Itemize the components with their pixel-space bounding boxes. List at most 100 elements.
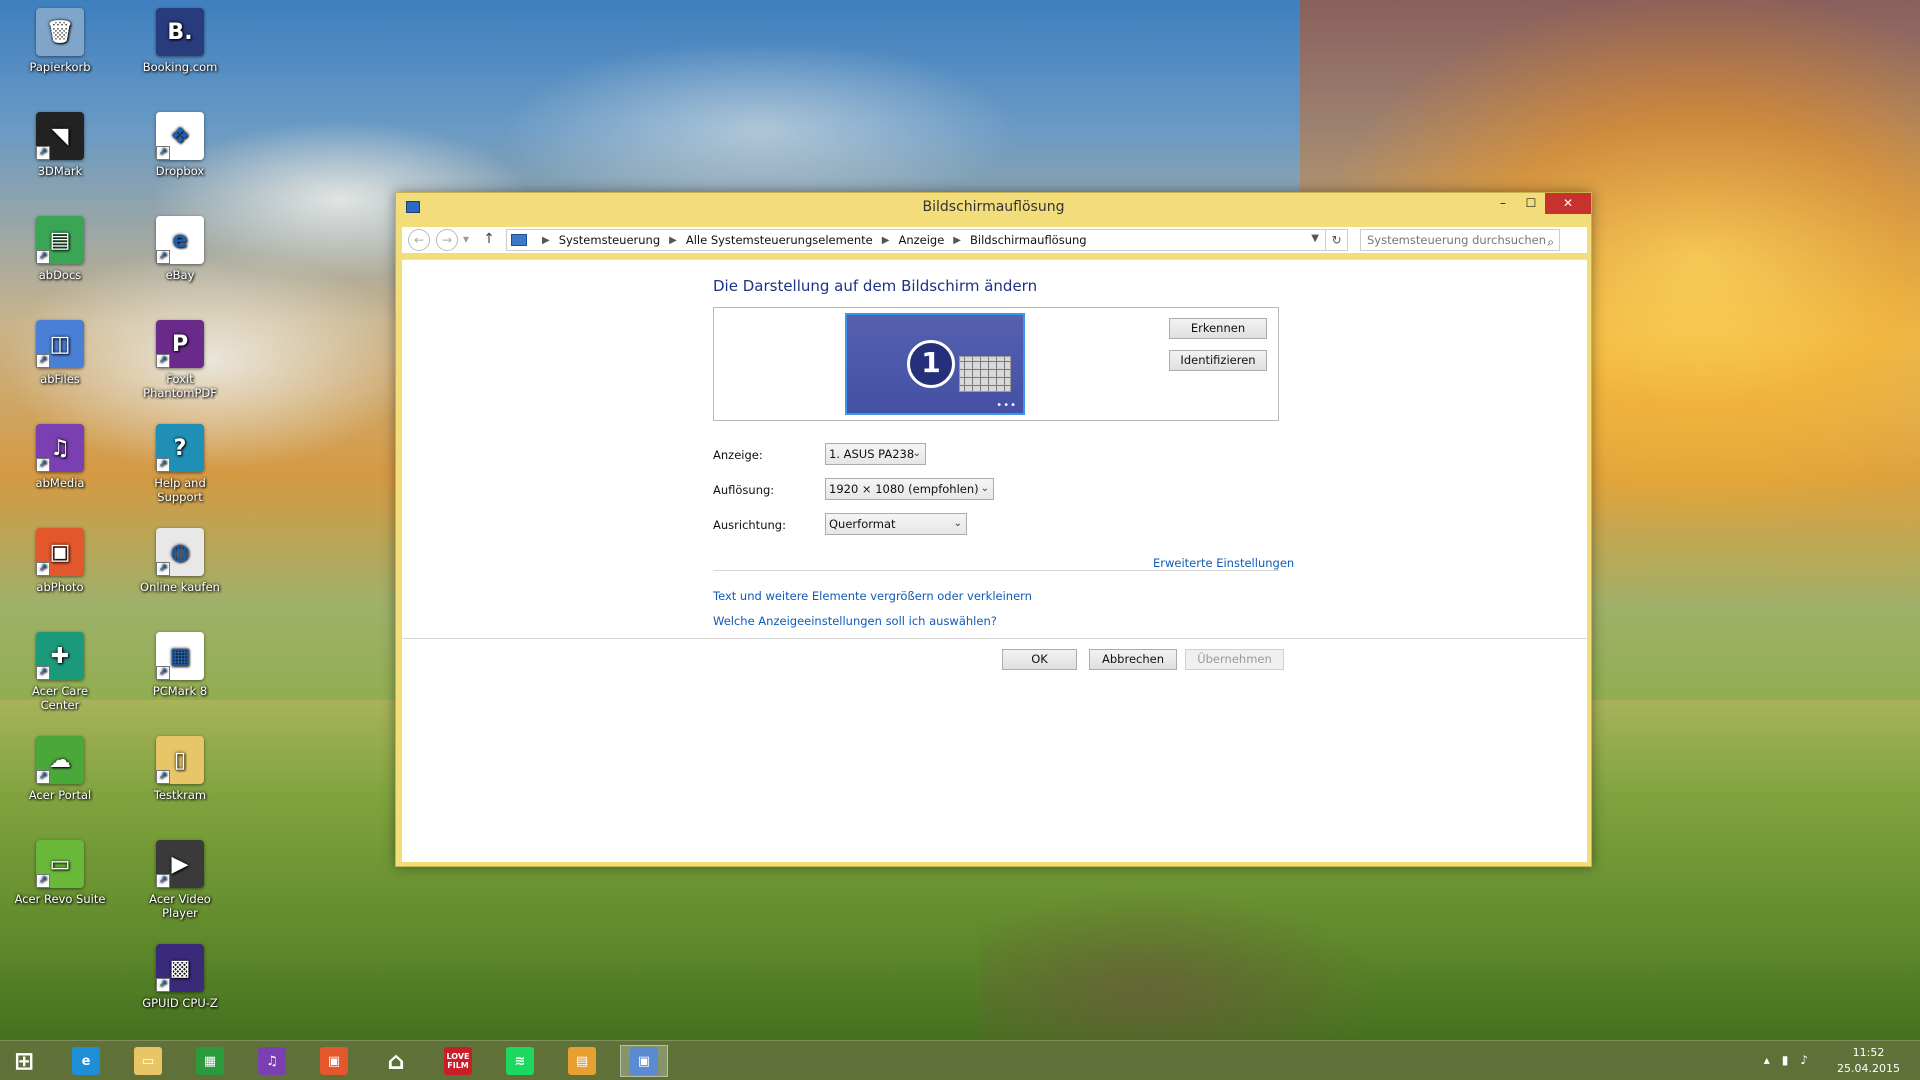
orientation-value: Querformat: [829, 517, 896, 531]
desktop-icon-label: abMedia: [35, 476, 85, 490]
breadcrumb-current[interactable]: Bildschirmauflösung: [970, 233, 1087, 247]
desktop-icon[interactable]: ◍ ↗ Online kaufen: [132, 522, 228, 614]
resolution-label: Auflösung:: [713, 483, 775, 497]
breadcrumb-all-items[interactable]: Alle Systemsteuerungselemente: [686, 233, 873, 247]
identify-button[interactable]: Identifizieren: [1169, 350, 1267, 371]
desktop-icon[interactable]: ❖ ↗ Dropbox: [132, 106, 228, 198]
shortcut-arrow-icon: ↗: [36, 250, 50, 264]
desktop-icon[interactable]: ☁ ↗ Acer Portal: [12, 730, 108, 822]
taskbar-button[interactable]: ▣: [620, 1045, 668, 1077]
shortcut-arrow-icon: ↗: [36, 562, 50, 576]
taskbar-button[interactable]: ⊞: [0, 1045, 48, 1077]
chevron-up-icon[interactable]: ▴: [1764, 1053, 1782, 1067]
desktop-icon[interactable]: P ↗ Foxit PhantomPDF: [132, 314, 228, 406]
monitor-1-tile[interactable]: 1 •••: [845, 313, 1025, 415]
which-settings-link[interactable]: Welche Anzeigeeinstellungen soll ich aus…: [713, 614, 997, 628]
advanced-settings-link[interactable]: Erweiterte Einstellungen: [1153, 556, 1294, 570]
taskbar-button[interactable]: ♫: [248, 1045, 296, 1077]
notes-icon: ▤: [568, 1047, 596, 1075]
clock-date: 25.04.2015: [1837, 1062, 1900, 1075]
desktop-icon[interactable]: ◥ ↗ 3DMark: [12, 106, 108, 198]
desktop-icon[interactable]: ◫ ↗ abFiles: [12, 314, 108, 406]
desktop-icon[interactable]: ▩ ↗ GPUID CPU-Z: [132, 938, 228, 1030]
desktop-icon[interactable]: ▯ ↗ Testkram: [132, 730, 228, 822]
spotify-icon: ≋: [506, 1047, 534, 1075]
clock[interactable]: 11:52 25.04.2015: [1837, 1045, 1900, 1077]
signal-icon[interactable]: ▮: [1782, 1053, 1801, 1067]
search-input[interactable]: Systemsteuerung durchsuchen ⌕: [1360, 229, 1560, 251]
desktop-icon[interactable]: ▶ ↗ Acer Video Player: [132, 834, 228, 926]
title-bar[interactable]: Bildschirmauflösung – ☐ ✕: [396, 193, 1591, 221]
abphoto-icon: ▣ ↗: [36, 528, 84, 576]
taskbar-button[interactable]: ⌂: [372, 1045, 420, 1077]
content-area: Die Darstellung auf dem Bildschirm änder…: [402, 259, 1587, 862]
refresh-button[interactable]: ↻: [1326, 229, 1348, 251]
desktop-icon[interactable]: ♫ ↗ abMedia: [12, 418, 108, 510]
desktop-icon[interactable]: ▭ ↗ Acer Revo Suite: [12, 834, 108, 926]
ebay-icon: e ↗: [156, 216, 204, 264]
forward-button[interactable]: →: [436, 229, 458, 251]
care-center-icon: ✚ ↗: [36, 632, 84, 680]
display-select[interactable]: 1. ASUS PA238 ⌄: [825, 443, 926, 465]
desktop-icon-label: abDocs: [38, 268, 82, 282]
shortcut-arrow-icon: ↗: [156, 770, 170, 784]
desktop-icon-label: Online kaufen: [140, 580, 220, 594]
detect-button[interactable]: Erkennen: [1169, 318, 1267, 339]
abmedia-icon: ♫: [258, 1047, 286, 1075]
taskbar-button[interactable]: ▤: [558, 1045, 606, 1077]
cancel-button[interactable]: Abbrechen: [1089, 649, 1177, 670]
chevron-right-icon[interactable]: ▶: [882, 235, 890, 246]
minimize-button[interactable]: –: [1489, 193, 1517, 214]
back-button[interactable]: ←: [408, 229, 430, 251]
search-placeholder: Systemsteuerung durchsuchen: [1367, 233, 1547, 247]
screen-resolution-window[interactable]: Bildschirmauflösung – ☐ ✕ ← → ▾ ↑ ▶ Syst…: [395, 192, 1592, 867]
search-icon[interactable]: ⌕: [1547, 232, 1554, 252]
address-field[interactable]: ▶ Systemsteuerung ▶ Alle Systemsteuerung…: [506, 229, 1326, 251]
desktop-icon[interactable]: 🗑 Papierkorb: [12, 2, 108, 94]
recycle-bin-icon: 🗑: [36, 8, 84, 56]
apply-button[interactable]: Übernehmen: [1185, 649, 1284, 670]
chevron-down-icon[interactable]: ▼: [1311, 233, 1319, 244]
store-icon: ▦: [196, 1047, 224, 1075]
ok-button[interactable]: OK: [1002, 649, 1077, 670]
desktop-icon[interactable]: ✚ ↗ Acer Care Center: [12, 626, 108, 718]
breadcrumb-anzeige[interactable]: Anzeige: [898, 233, 944, 247]
chevron-down-icon: ⌄: [912, 448, 921, 459]
taskbar-button[interactable]: ▭: [124, 1045, 172, 1077]
desktop-icon[interactable]: B. Booking.com: [132, 2, 228, 94]
desktop-icon[interactable]: ▦ ↗ PCMark 8: [132, 626, 228, 718]
close-button[interactable]: ✕: [1545, 193, 1591, 214]
more-dots-icon: •••: [996, 400, 1017, 411]
taskbar-button[interactable]: ▣: [310, 1045, 358, 1077]
orientation-select[interactable]: Querformat ⌄: [825, 513, 967, 535]
desktop-icon[interactable]: e ↗ eBay: [132, 210, 228, 302]
maximize-button[interactable]: ☐: [1517, 193, 1545, 214]
desktop-icon[interactable]: ▣ ↗ abPhoto: [12, 522, 108, 614]
foxit-icon: P ↗: [156, 320, 204, 368]
desktop-icon-label: PCMark 8: [152, 684, 208, 698]
taskbar-button[interactable]: e: [62, 1045, 110, 1077]
refresh-icon: ↻: [1331, 233, 1342, 247]
cpuz-icon: ▩ ↗: [156, 944, 204, 992]
booking-icon: B.: [156, 8, 204, 56]
chevron-right-icon[interactable]: ▶: [669, 235, 677, 246]
up-button[interactable]: ↑: [478, 229, 500, 251]
desktop-icon-label: Help and Support: [154, 476, 206, 504]
shortcut-arrow-icon: ↗: [36, 146, 50, 160]
taskbar-button[interactable]: LOVE FILM: [434, 1045, 482, 1077]
chevron-right-icon[interactable]: ▶: [953, 235, 961, 246]
monitor-arrangement-panel: 1 ••• Erkennen Identifizieren: [713, 307, 1279, 421]
recent-locations-button[interactable]: ▾: [460, 229, 472, 251]
resolution-select[interactable]: 1920 × 1080 (empfohlen) ⌄: [825, 478, 994, 500]
desktop-icon[interactable]: ? ↗ Help and Support: [132, 418, 228, 510]
desktop-icon[interactable]: ▤ ↗ abDocs: [12, 210, 108, 302]
taskbar-button[interactable]: ≋: [496, 1045, 544, 1077]
breadcrumb-systemsteuerung[interactable]: Systemsteuerung: [559, 233, 660, 247]
3dmark-icon: ◥ ↗: [36, 112, 84, 160]
volume-icon[interactable]: ♪: [1800, 1053, 1820, 1067]
shortcut-arrow-icon: ↗: [156, 250, 170, 264]
taskbar: ⊞ e ▭ ▦ ♫ ▣ ⌂ LOVE FILM ≋ ▤ ▣ ▴▮♪ 11:52 25.04.2015: [0, 1040, 1920, 1080]
taskbar-button[interactable]: ▦: [186, 1045, 234, 1077]
text-size-link[interactable]: Text und weitere Elemente vergrößern ode…: [713, 589, 1032, 603]
shortcut-arrow-icon: ↗: [156, 666, 170, 680]
